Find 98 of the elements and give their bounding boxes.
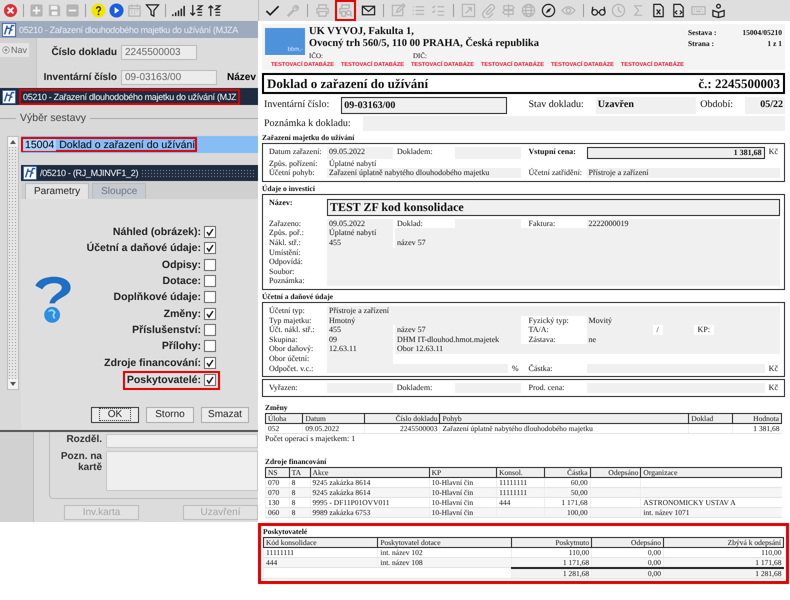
field-label: TA/A: (528, 325, 550, 335)
field-label: Inventární číslo: (263, 98, 330, 112)
report-name: Doklad o zařazení do užívání (59, 138, 196, 150)
field-label: Účt. nákl. stř.: (268, 325, 316, 335)
table-note: Počet operací s majetkem: 1 (265, 434, 356, 444)
field-value: 09-03163/00 (341, 97, 508, 114)
dialog-button[interactable]: Storno (146, 406, 194, 423)
window-title: 05210 - Zařazení dlouhodobého majetku do užívání (MJZA (19, 24, 238, 36)
asset-name-field: TEST ZF kod konsolidace (327, 198, 780, 216)
field-value: Přístroje a zařízení (327, 306, 780, 316)
field-label: Umístění: (268, 248, 302, 258)
checkbox-label: Příslušenství: (132, 324, 201, 336)
field-label: Způs. poř.: (268, 228, 305, 238)
unit-label: / (656, 325, 660, 335)
field-value: ne (586, 334, 780, 344)
field-label: Obor účetní: (268, 354, 310, 364)
dialog-button[interactable]: Smazat (201, 406, 249, 423)
field-label: Soubor: (268, 266, 296, 276)
field-label: Inventární číslo (42, 72, 117, 83)
field-value: 05/22 (745, 97, 785, 114)
field-label: Odpočet. v.c.: (268, 364, 314, 374)
field-label: Způs. pořízení: (268, 158, 318, 168)
field-label: Vyřazen: (268, 383, 298, 393)
field-label: Fyzický typ: (528, 316, 570, 326)
unit-label: % (510, 364, 520, 374)
field-label: Nákl. stř.: (268, 238, 302, 248)
unit-label: KP: (696, 325, 711, 335)
field-label: Zástava: (528, 334, 557, 344)
unit-label: Kč (768, 364, 779, 374)
window-title: /05210 - (RJ_MJINVF1_2) (40, 167, 138, 179)
field-label: Dokladem: (396, 383, 434, 393)
field-label: Odpovídá: (268, 257, 304, 267)
company-address: UK VYVOJ, Fakulta 1, (309, 26, 415, 38)
field-label: Číslo dokladu (50, 47, 117, 58)
checkbox-label: Odpisy: (162, 258, 201, 271)
checkbox-label: Náhled (obrázek): (112, 226, 201, 238)
field-value: 09.05.2022 (327, 147, 393, 159)
field-label: Dokladem: (396, 147, 434, 158)
report-list-item[interactable]: 15004 Doklad o zařazení do užívání (21, 137, 198, 152)
field-label: Vstupní cena: (528, 147, 577, 158)
input-field[interactable]: 09-03163/00 (121, 70, 217, 85)
field-label: Částka: (528, 364, 554, 374)
checkbox-label: Zdroje financování: (104, 356, 201, 369)
report-code: 15004 (23, 138, 56, 150)
field-label: Pozn. na kartě (60, 451, 102, 475)
field-label: Faktura: (528, 218, 556, 228)
field-label: Datum zařazení: (268, 147, 323, 158)
field-value: 12.63.11 (327, 344, 393, 354)
document-title: Doklad o zařazení do užívání (267, 75, 428, 92)
dialog-button[interactable]: OK (91, 406, 139, 423)
field-label: Skupina: (268, 334, 298, 344)
group-label: Výběr sestavy (20, 112, 86, 124)
field-label: Účetní zatřídění: (528, 168, 584, 178)
field-label: Rozděl. (65, 434, 102, 447)
field-value: Obor 12.63.11 (395, 344, 780, 354)
unit-label: Kč (768, 383, 779, 393)
field-value: 09.05.2022 (327, 218, 393, 228)
field-value: Zařazení úplatně nabytého dlouhodobého majetku (327, 168, 520, 178)
checkbox-label: Doplňkové údaje: (113, 291, 201, 304)
nav-button[interactable]: Nav (0, 43, 30, 57)
checkbox-label: Poskytovatelé: (126, 374, 201, 386)
document-number: č.: 2245500003 (698, 75, 780, 92)
field-value: 2222000019 (586, 218, 780, 228)
field-label: Název: (268, 198, 294, 209)
company-address: Ovocný trh 560/5, 110 00 PRAHA, Česká republika (309, 38, 540, 50)
checkbox-label: Účetní a daňové údaje: (86, 242, 201, 254)
field-label: Název (227, 72, 256, 83)
field-label: Poznámka: (268, 276, 306, 286)
checkbox-label: Dotace: (162, 275, 201, 288)
field-label: Typ majetku: (268, 316, 312, 325)
unit-label: Kč (768, 147, 779, 158)
field-label: Stav dokladu: (528, 98, 585, 112)
checkbox-label: Přílohy: (162, 340, 201, 352)
field-label: Účetní typ: (268, 306, 306, 316)
tab[interactable]: Parametry (25, 183, 90, 199)
field-value: 455 (327, 325, 393, 335)
field-value: název 57 (395, 325, 520, 335)
field-label: Doklad: (396, 218, 424, 228)
field-value: Úplatné nabytí (328, 158, 378, 168)
field-value: Hmotný (327, 316, 520, 326)
field-value: Přístroje a zařízení (586, 168, 780, 178)
field-label: Prod. cena: (528, 383, 566, 393)
field-value: Úplatné nabytí (327, 228, 393, 238)
field-label: Období: (699, 98, 734, 112)
field-value: Uzavřen (596, 97, 696, 114)
field-label: Účetní pohyb: (268, 168, 316, 178)
field-label: Zařazeno: (268, 218, 302, 228)
field-label: Obor daňový: (268, 344, 314, 354)
field-value: název 57 (395, 238, 780, 248)
field-label: Poznámka k dokladu: (263, 117, 352, 131)
field-value: 455 (327, 238, 393, 248)
field-value: Movitý (586, 316, 780, 326)
field-value: 09 (327, 334, 393, 344)
field-value: DHM IT-dlouhod.hmot.majetek (395, 334, 520, 344)
amount-field: 1 381,68 (586, 147, 765, 159)
input-field[interactable]: 2245500003 (121, 45, 197, 60)
checkbox-label: Změny: (164, 308, 201, 320)
window-title: 05210 - Zařazení dlouhodobého majetku do užívání (MJZ (19, 88, 240, 104)
